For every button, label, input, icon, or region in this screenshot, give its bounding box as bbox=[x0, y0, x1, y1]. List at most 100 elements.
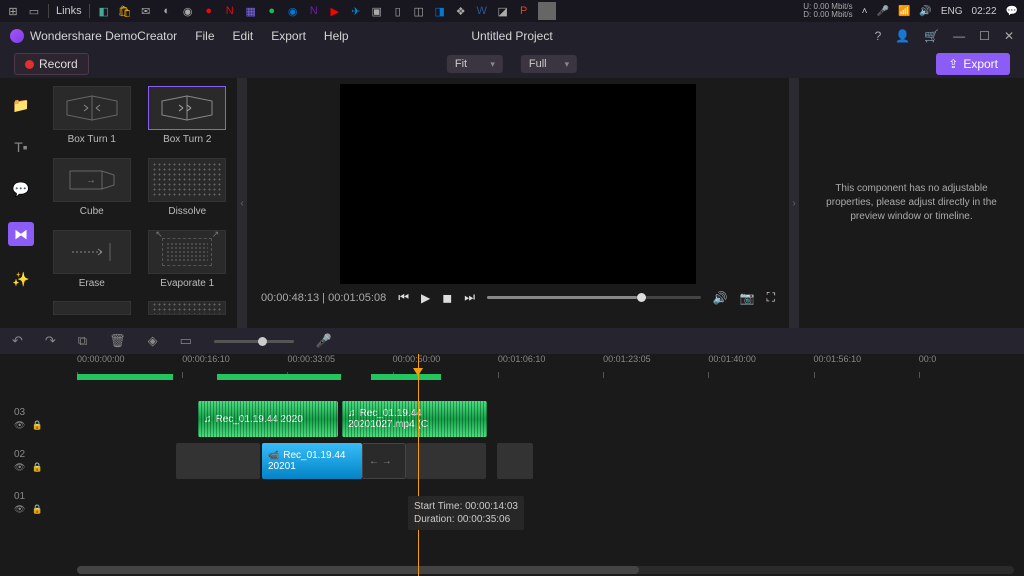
menu-file[interactable]: File bbox=[195, 29, 214, 43]
notification-icon[interactable]: 💬 bbox=[1006, 6, 1018, 17]
menu-help[interactable]: Help bbox=[324, 29, 349, 43]
language-indicator[interactable]: ENG bbox=[941, 6, 963, 17]
video-thumb-clip[interactable] bbox=[176, 443, 260, 479]
onenote-icon[interactable]: N bbox=[307, 4, 321, 18]
aspect-icon[interactable]: ▭ bbox=[180, 333, 192, 349]
visibility-icon[interactable]: 👁 bbox=[14, 462, 25, 473]
track-3[interactable]: Rec_01.19.44 2020 Rec_01.19.44 20201027.… bbox=[77, 398, 1024, 440]
preview-progress[interactable] bbox=[487, 296, 701, 299]
tray-up-icon[interactable]: ˄ bbox=[862, 6, 868, 17]
netflix-icon[interactable]: N bbox=[223, 4, 237, 18]
volume-icon[interactable]: 🔊 bbox=[713, 291, 728, 305]
crop-icon[interactable]: ⧉ bbox=[78, 333, 87, 349]
prev-frame-icon[interactable]: ⏮ bbox=[398, 290, 409, 305]
spotify-icon[interactable]: ● bbox=[265, 4, 279, 18]
track-header-2: 02👁🔒 bbox=[0, 440, 52, 482]
tracks-area[interactable]: Rec_01.19.44 2020 Rec_01.19.44 20201027.… bbox=[77, 378, 1024, 524]
tb-app-icon[interactable]: ▯ bbox=[391, 4, 405, 18]
tb-app-icon[interactable]: ❖ bbox=[454, 4, 468, 18]
record-button[interactable]: Record bbox=[14, 53, 89, 75]
transition-clip[interactable]: ← → bbox=[362, 443, 406, 479]
library-folder-icon[interactable]: 📁 bbox=[12, 96, 30, 114]
title-bar: Wondershare DemoCreator File Edit Export… bbox=[0, 22, 1024, 50]
tb-app-icon[interactable]: ◫ bbox=[412, 4, 426, 18]
tb-app-icon[interactable]: ▣ bbox=[370, 4, 384, 18]
help-icon[interactable]: ? bbox=[875, 29, 882, 43]
tb-app-icon[interactable]: ▦ bbox=[244, 4, 258, 18]
tb-app-icon[interactable]: ◨ bbox=[433, 4, 447, 18]
marker-icon[interactable]: ◈ bbox=[148, 333, 158, 349]
fullscreen-icon[interactable]: ⛶ bbox=[767, 290, 775, 305]
stickers-icon[interactable]: 💬 bbox=[12, 180, 30, 198]
tb-app-icon[interactable]: ✉ bbox=[139, 4, 153, 18]
youtube-icon[interactable]: ▶ bbox=[328, 4, 342, 18]
transitions-icon[interactable]: ⧓ bbox=[8, 222, 34, 246]
chrome-icon[interactable]: ◉ bbox=[181, 4, 195, 18]
start-menu-icon[interactable]: ⊞ bbox=[6, 4, 20, 18]
titles-icon[interactable]: T▪ bbox=[12, 138, 30, 156]
video-thumb-clip[interactable] bbox=[497, 443, 533, 479]
play-icon[interactable]: ▶ bbox=[421, 291, 430, 305]
taskbar-links[interactable]: Links bbox=[56, 5, 82, 17]
tb-app-icon[interactable]: ◪ bbox=[496, 4, 510, 18]
track-2[interactable]: Rec_01.19.44 20201 ← → bbox=[77, 440, 1024, 482]
menu-edit[interactable]: Edit bbox=[233, 29, 254, 43]
effects-icon[interactable]: ✨ bbox=[12, 270, 30, 288]
task-view-icon[interactable]: ▭ bbox=[27, 4, 41, 18]
transition-partial[interactable] bbox=[146, 301, 230, 320]
playhead[interactable] bbox=[418, 354, 419, 576]
clip-tooltip: Start Time: 00:00:14:03 Duration: 00:00:… bbox=[408, 496, 524, 530]
visibility-icon[interactable]: 👁 bbox=[14, 420, 25, 431]
transition-boxturn2[interactable]: Box Turn 2 bbox=[146, 86, 230, 150]
tb-app-icon[interactable] bbox=[538, 2, 556, 20]
quality-dropdown[interactable]: Full bbox=[521, 55, 577, 73]
maximize-icon[interactable]: ☐ bbox=[979, 29, 990, 43]
video-clip[interactable]: Rec_01.19.44 20201 bbox=[262, 443, 362, 479]
menu-export[interactable]: Export bbox=[271, 29, 306, 43]
tb-app-icon[interactable]: ◐ bbox=[160, 4, 174, 18]
delete-icon[interactable]: 🗑 bbox=[109, 333, 126, 349]
lock-icon[interactable]: 🔒 bbox=[31, 420, 42, 431]
transition-partial[interactable] bbox=[50, 301, 134, 320]
cart-icon[interactable]: 🛒 bbox=[924, 29, 939, 43]
snapshot-icon[interactable]: 📷 bbox=[740, 291, 755, 305]
powerpoint-icon[interactable]: P bbox=[517, 4, 531, 18]
mic-tray-icon[interactable]: 🎤 bbox=[876, 6, 888, 17]
edge-icon[interactable]: ◉ bbox=[286, 4, 300, 18]
next-frame-icon[interactable]: ⏭ bbox=[464, 290, 475, 305]
minimize-icon[interactable]: — bbox=[953, 29, 965, 43]
export-button[interactable]: ⇪ Export bbox=[936, 53, 1010, 75]
wifi-icon[interactable]: 📶 bbox=[898, 6, 910, 17]
tb-app-icon[interactable]: 🛍 bbox=[118, 4, 132, 18]
volume-icon[interactable]: 🔊 bbox=[919, 6, 931, 17]
lock-icon[interactable]: 🔒 bbox=[31, 462, 42, 473]
undo-icon[interactable]: ↶ bbox=[12, 333, 23, 349]
redo-icon[interactable]: ↷ bbox=[45, 333, 56, 349]
telegram-icon[interactable]: ✈ bbox=[349, 4, 363, 18]
transition-erase[interactable]: Erase bbox=[50, 230, 134, 294]
close-icon[interactable]: ✕ bbox=[1004, 29, 1014, 43]
visibility-icon[interactable]: 👁 bbox=[14, 504, 25, 515]
audio-clip[interactable]: Rec_01.19.44 2020 bbox=[198, 401, 338, 437]
transition-dissolve[interactable]: Dissolve bbox=[146, 158, 230, 222]
clock[interactable]: 02:22 bbox=[972, 6, 997, 17]
panel-collapse-right[interactable]: › bbox=[789, 78, 799, 328]
transition-cube[interactable]: → Cube bbox=[50, 158, 134, 222]
preview-canvas[interactable] bbox=[340, 84, 696, 284]
panel-collapse-left[interactable]: ‹ bbox=[237, 78, 247, 328]
lock-icon[interactable]: 🔒 bbox=[31, 504, 42, 515]
word-icon[interactable]: W bbox=[475, 4, 489, 18]
timeline-zoom-slider[interactable] bbox=[214, 340, 294, 343]
account-icon[interactable]: 👤 bbox=[895, 29, 910, 43]
stop-icon[interactable]: ◼ bbox=[442, 291, 452, 305]
audio-clip[interactable]: Rec_01.19.44 20201027.mp4 (C bbox=[342, 401, 487, 437]
transition-boxturn1[interactable]: Box Turn 1 bbox=[50, 86, 134, 150]
tb-app-icon[interactable]: ◧ bbox=[97, 4, 111, 18]
timeline-scrollbar[interactable] bbox=[77, 566, 1014, 574]
track-1[interactable] bbox=[77, 482, 1024, 524]
mic-record-icon[interactable]: 🎤 bbox=[316, 333, 332, 349]
transition-evaporate1[interactable]: Evaporate 1 bbox=[146, 230, 230, 294]
zoom-fit-dropdown[interactable]: Fit bbox=[447, 55, 503, 73]
transition-label: Box Turn 2 bbox=[163, 134, 211, 145]
tb-app-icon[interactable]: ● bbox=[202, 4, 216, 18]
